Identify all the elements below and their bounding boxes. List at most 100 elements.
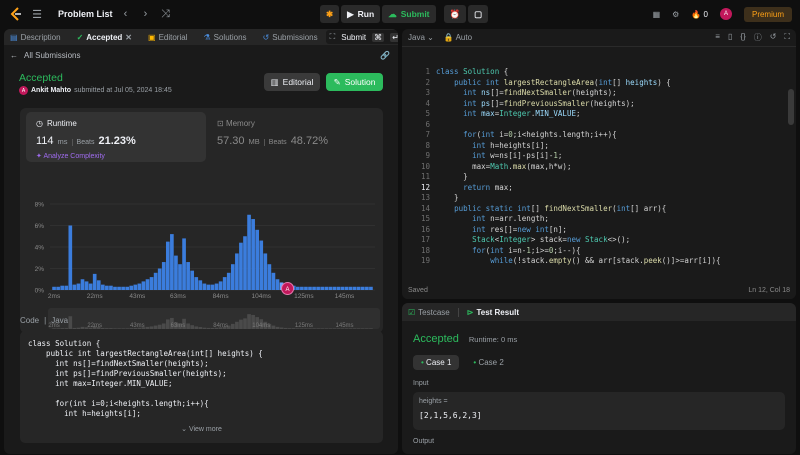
overview-bar [149,326,154,329]
chart-bar [214,283,219,290]
floating-submit-toolbar: ⛶ Submit ⌘ ↵ [325,30,398,44]
x-tick-label: 63ms [170,293,187,300]
submitted-time: submitted at Jul 05, 2024 18:45 [74,87,172,94]
save-status: Saved [408,286,428,294]
language-select[interactable]: Java ⌄ [408,33,434,42]
case-label: Case 1 [426,358,452,367]
premium-button[interactable]: Premium [743,6,792,22]
overview-tick-label: 22ms [87,323,102,329]
code-lang: Java [51,316,69,325]
settings-gear-icon[interactable]: ⚙ [672,10,679,19]
debug-button[interactable]: ✱ [320,5,340,23]
floating-submit-label[interactable]: Submit [341,33,366,42]
fullscreen-icon[interactable]: ⛶ [784,32,790,43]
chart-bar [174,255,178,290]
chart-bar [76,283,81,290]
chart-bar [243,236,247,290]
streak-counter[interactable]: 🔥 0 [691,10,708,19]
chart-bar [105,285,109,290]
tab-test-result[interactable]: ⊳ Test Result [467,308,519,317]
var-value: [2,1,5,6,2,3] [419,411,482,420]
submitter-name[interactable]: Ankit Mahto [31,87,71,94]
tab-solutions[interactable]: ⚗ Solutions [203,33,246,42]
code-editor[interactable]: class Solution { public int largestRecta… [436,67,720,267]
view-more-button[interactable]: ⌄ View more [20,425,383,433]
overview-bar [202,327,207,329]
tab-description[interactable]: ▤ Description [10,33,61,42]
cursor-position: Ln 12, Col 18 [748,286,790,294]
overview-bar [117,328,121,329]
overview-bar [161,323,166,329]
tab-label: Submissions [272,32,318,42]
overview-bar [230,323,235,329]
user-avatar[interactable]: A [719,8,732,20]
chart-bar [259,240,264,290]
test-status: Accepted Runtime: 0 ms [413,333,517,345]
run-button[interactable]: ▶ Run [341,5,381,23]
chart-bar [190,270,195,290]
bookmark-icon[interactable]: ▯ [728,32,732,43]
next-problem-icon[interactable]: › [139,8,153,20]
checkbox-icon: ☑ [408,307,416,317]
overview-tick-label: 63ms [171,323,186,329]
share-link-icon[interactable]: 🔗 [380,51,390,60]
notes-button[interactable]: ▢ [468,5,489,23]
problem-list-link[interactable]: Problem List [58,9,113,19]
tab-label: Description [20,32,61,42]
info-icon[interactable]: ⓘ [754,32,762,43]
chart-bar [149,277,154,290]
tab-editorial[interactable]: ▣ Editorial [148,33,187,42]
submit-button[interactable]: ☁ Submit [382,5,436,23]
tab-accepted[interactable]: ✓ Accepted ✕ [77,33,132,42]
chart-bar [194,277,199,290]
back-to-submissions[interactable]: ← All Submissions [10,51,80,60]
auto-mode[interactable]: 🔒 Auto [444,33,472,42]
overview-bar [279,327,284,329]
x-tick-label: 43ms [129,293,146,300]
chart-bar [182,238,186,290]
overview-bar [121,328,125,329]
chart-bar [251,219,255,290]
chart-bar [308,286,312,290]
overview-bar [76,327,81,329]
overview-bar [198,327,203,329]
overview-bar [194,326,199,329]
submission-panel: ▤ Description ✓ Accepted ✕ ▣ Editorial ⚗ Solu… [4,29,398,454]
solution-button[interactable]: ✎ Solution [326,73,383,91]
chart-bar [320,286,325,290]
timer-button[interactable]: ⏰ [443,5,467,23]
chart-bar [332,286,337,290]
format-icon[interactable]: ≡ [715,32,720,43]
chart-bar [210,284,215,290]
reset-icon[interactable]: ↺ [770,32,777,43]
chart-bar [72,284,77,290]
chart-bar [198,280,203,290]
tab-testcase[interactable]: ☑ Testcase [408,308,450,317]
editor-scrollbar[interactable] [788,89,794,125]
expand-icon[interactable]: ⛶ [330,32,336,42]
overview-bar [145,326,150,329]
editorial-button[interactable]: ▥ Editorial [264,73,320,91]
chart-bar [64,285,69,290]
case-1-tab[interactable]: • Case 1 [413,355,460,370]
layout-icon[interactable]: ▦ [653,10,661,19]
chart-bar [141,281,146,290]
chart-bar [153,272,158,290]
y-tick-label: 4% [35,245,45,252]
test-result-panel: ☑ Testcase ⊳ Test Result Accepted Runtime:… [402,303,796,454]
chart-bar [80,279,85,290]
leetcode-logo[interactable] [8,6,24,22]
submitter-info: A Ankit Mahto submitted at Jul 05, 2024 … [19,86,172,95]
y-tick-label: 2% [35,266,45,273]
problem-list-icon[interactable]: ☰ [30,8,44,21]
shuffle-icon[interactable]: ⤨ [159,8,173,21]
close-tab-icon[interactable]: ✕ [125,33,132,42]
overview-bar [68,316,73,329]
input-box: heights = [2,1,5,6,2,3] [413,392,785,430]
chart-bar [360,286,365,290]
prev-problem-icon[interactable]: ‹ [119,8,133,20]
tab-submissions[interactable]: ↺ Submissions [263,33,318,42]
shortcut-cmd-icon: ⌘ [372,32,385,42]
case-2-tab[interactable]: • Case 2 [465,355,511,370]
braces-icon[interactable]: {} [740,32,745,43]
